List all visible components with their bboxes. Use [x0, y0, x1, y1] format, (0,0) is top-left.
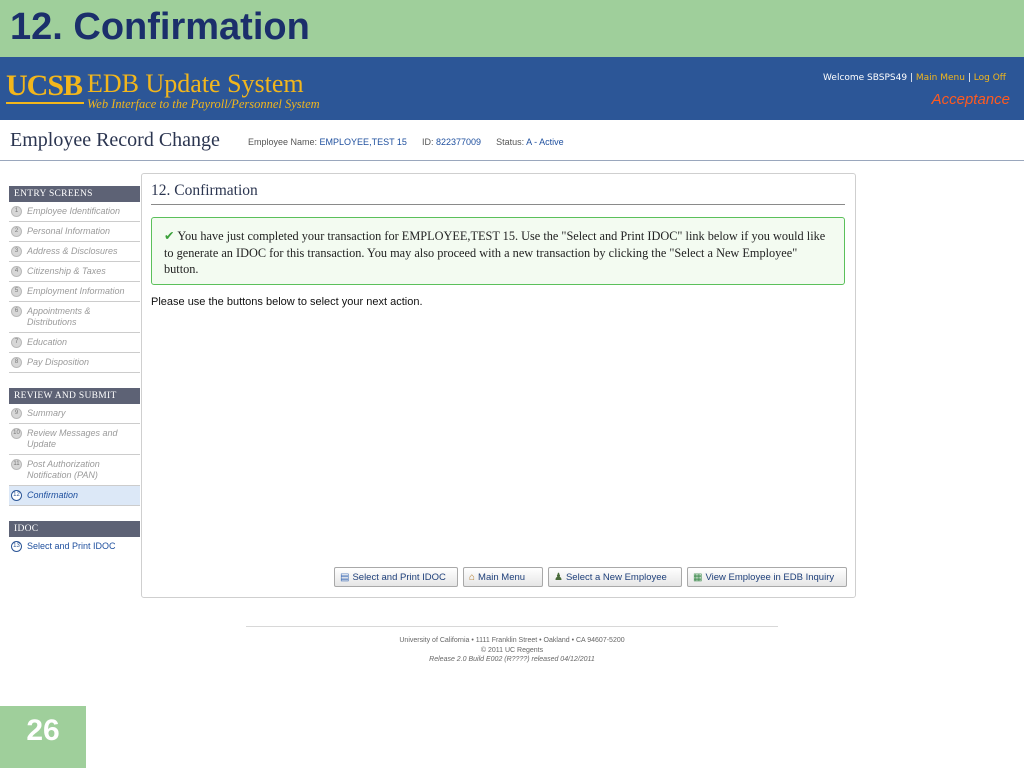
status-value: A - Active: [526, 137, 564, 147]
sidebar-header-idoc: IDOC: [9, 521, 140, 537]
footer: University of California • 1111 Franklin…: [246, 636, 778, 665]
success-message-text: You have just completed your transaction…: [164, 229, 826, 276]
sidebar-item-summary: 9 Summary: [9, 404, 140, 424]
logo-underline: [6, 102, 84, 104]
button-label: Main Menu: [478, 572, 526, 583]
footer-divider: [246, 626, 778, 627]
panel-title: 12. Confirmation: [151, 182, 258, 199]
step-number-icon: 10: [11, 428, 22, 439]
main-menu-button[interactable]: ⌂ Main Menu: [463, 567, 543, 587]
status-label: Status:: [496, 137, 525, 147]
sidebar-item-address-disclosures: 3 Address & Disclosures: [9, 242, 140, 262]
employee-name-value: EMPLOYEE,TEST 15: [319, 137, 407, 147]
sidebar-item-post-authorization: 11 Post Authorization Notification (PAN): [9, 455, 140, 486]
success-message: ✔ You have just completed your transactio…: [151, 217, 845, 285]
sidebar-item-select-print-idoc[interactable]: 13 Select and Print IDOC: [9, 537, 140, 556]
employee-info: Employee Name: EMPLOYEE,TEST 15 ID: 8223…: [248, 137, 564, 147]
button-label: View Employee in EDB Inquiry: [705, 572, 835, 583]
app-subtitle: Web Interface to the Payroll/Personnel S…: [87, 97, 320, 111]
nav-separator: |: [909, 73, 914, 83]
record-bar: Employee Record Change Employee Name: EM…: [0, 120, 1024, 161]
footer-copyright: © 2011 UC Regents: [480, 646, 544, 654]
step-number-icon: 4: [11, 266, 22, 277]
slide-title: 12. Confirmation: [10, 6, 310, 48]
step-number-icon: 2: [11, 226, 22, 237]
footer-release: Release 2.0 Build E002 (R????) released …: [429, 656, 595, 663]
step-number-icon: 12: [11, 490, 22, 501]
app-banner: UCSB EDB Update System Web Interface to …: [0, 57, 1024, 120]
sidebar-item-label: Confirmation: [27, 490, 79, 500]
main-menu-link[interactable]: Main Menu: [916, 73, 965, 83]
step-number-icon: 8: [11, 357, 22, 368]
app-title: EDB Update System: [87, 69, 304, 98]
employee-id-label: ID:: [421, 137, 434, 147]
home-icon: ⌂: [469, 572, 476, 583]
user-nav: Welcome SBSPS49 | Main Menu | Log Off: [823, 73, 1006, 83]
button-label: Select and Print IDOC: [352, 572, 446, 583]
sidebar-item-label: Post Authorization Notification (PAN): [27, 459, 100, 480]
sidebar-item-label: Pay Disposition: [27, 357, 90, 367]
slide-header: 12. Confirmation: [0, 0, 1024, 57]
sidebar-item-label: Citizenship & Taxes: [27, 266, 106, 276]
sidebar-item-employee-identification: 1 Employee Identification: [9, 202, 140, 222]
document-icon: ▤: [340, 572, 350, 583]
instruction-text: Please use the buttons below to select y…: [151, 296, 423, 308]
sidebar-header-review: REVIEW AND SUBMIT: [9, 388, 140, 404]
main-panel: 12. Confirmation ✔ You have just complete…: [141, 173, 856, 598]
select-print-idoc-button[interactable]: ▤ Select and Print IDOC: [334, 567, 458, 587]
sidebar-item-label[interactable]: Select and Print IDOC: [27, 541, 116, 551]
sidebar-item-label: Address & Disclosures: [27, 246, 118, 256]
step-number-icon: 7: [11, 337, 22, 348]
step-number-icon: 11: [11, 459, 22, 470]
step-number-icon: 5: [11, 286, 22, 297]
ucsb-logo: UCSB: [6, 69, 83, 102]
nav-separator: |: [967, 73, 971, 83]
sidebar-item-label: Education: [27, 337, 68, 347]
sidebar-item-label: Employee Identification: [27, 206, 121, 216]
sidebar-item-personal-information: 2 Personal Information: [9, 222, 140, 242]
sidebar-item-pay-disposition: 8 Pay Disposition: [9, 353, 140, 373]
view-employee-inquiry-button[interactable]: ▦ View Employee in EDB Inquiry: [687, 567, 847, 587]
slide-number: 26: [26, 714, 60, 747]
sidebar-item-label: Review Messages and Update: [27, 428, 118, 449]
footer-address: University of California • 1111 Franklin…: [399, 637, 625, 644]
employee-name-label: Employee Name:: [248, 137, 318, 147]
step-number-icon: 6: [11, 306, 22, 317]
slide-number-box: 26: [0, 706, 86, 768]
sidebar-item-review-messages: 10 Review Messages and Update: [9, 424, 140, 455]
divider: [151, 204, 845, 205]
step-number-icon: 13: [11, 541, 22, 552]
user-icon: ♟: [554, 572, 563, 583]
sidebar-item-employment-information: 5 Employment Information: [9, 282, 140, 302]
step-number-icon: 3: [11, 246, 22, 257]
sidebar-item-citizenship-taxes: 4 Citizenship & Taxes: [9, 262, 140, 282]
inquiry-icon: ▦: [693, 572, 703, 583]
sidebar-header-entry: ENTRY SCREENS: [9, 186, 140, 202]
log-off-link[interactable]: Log Off: [974, 73, 1006, 83]
welcome-text: Welcome SBSPS49: [823, 73, 908, 83]
sidebar-item-label: Personal Information: [27, 226, 111, 236]
sidebar-item-confirmation[interactable]: 12 Confirmation: [9, 486, 140, 506]
sidebar-item-label: Employment Information: [27, 286, 125, 296]
sidebar-item-label: Summary: [27, 408, 66, 418]
page-title: Employee Record Change: [10, 129, 220, 151]
sidebar: ENTRY SCREENS 1 Employee Identification …: [9, 186, 140, 556]
sidebar-item-appointments-distributions: 6 Appointments & Distributions: [9, 302, 140, 333]
checkmark-icon: ✔: [164, 229, 175, 243]
step-number-icon: 9: [11, 408, 22, 419]
environment-label: Acceptance: [931, 91, 1010, 108]
step-number-icon: 1: [11, 206, 22, 217]
select-new-employee-button[interactable]: ♟ Select a New Employee: [548, 567, 682, 587]
sidebar-item-education: 7 Education: [9, 333, 140, 353]
employee-id-value: 822377009: [435, 137, 482, 147]
sidebar-item-label: Appointments & Distributions: [27, 306, 91, 327]
button-label: Select a New Employee: [565, 572, 667, 583]
